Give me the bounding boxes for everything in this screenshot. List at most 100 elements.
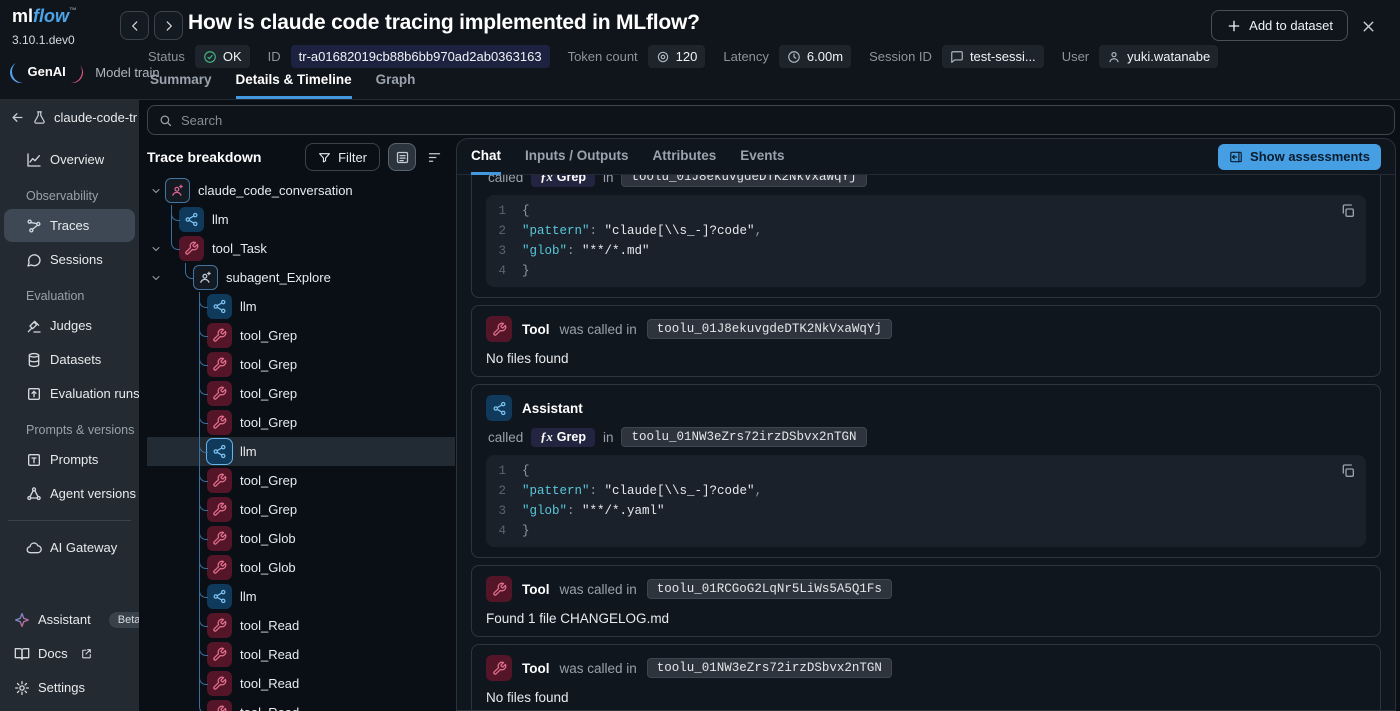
tree-guide [193, 582, 207, 611]
session-id-value[interactable]: test-sessi... [942, 45, 1044, 68]
llm-icon [212, 589, 227, 604]
trace-id-value[interactable]: tr-a01682019cb88b6bb970ad2ab0363163 [291, 45, 550, 68]
tool-name-pill: ƒxGrep [531, 175, 595, 187]
wrench-span-icon [207, 381, 232, 406]
span-tree-row-llm[interactable]: llm [147, 582, 456, 611]
tree-guide [179, 553, 193, 582]
span-name: subagent_Explore [226, 270, 331, 285]
sidebar-item-datasets[interactable]: Datasets [4, 343, 135, 376]
span-tree-row-llm[interactable]: llm [147, 205, 456, 234]
wrench-span-icon [207, 352, 232, 377]
close-button[interactable] [1356, 14, 1380, 38]
next-trace-button[interactable] [154, 11, 183, 40]
show-assessments-button[interactable]: Show assessments [1218, 144, 1381, 170]
span-tree-row-tool_Grep[interactable]: tool_Grep [147, 408, 456, 437]
tree-guide [193, 640, 207, 669]
sidebar-item-prompts[interactable]: Prompts [4, 443, 135, 476]
tree-guide [193, 379, 207, 408]
sidebar-item-overview[interactable]: Overview [4, 143, 135, 176]
wrench-span-icon [207, 468, 232, 493]
code-line: 3 "glob": "**/*.yaml" [486, 501, 1366, 521]
detail-tab-chat[interactable]: Chat [471, 139, 501, 175]
code-block: 1{2 "pattern": "claude[\\s_-]?code",3 "g… [486, 195, 1366, 287]
timeline-view-toggle[interactable] [420, 143, 448, 171]
tab-graph[interactable]: Graph [376, 72, 416, 99]
span-tree-row-tool_Grep[interactable]: tool_Grep [147, 466, 456, 495]
sidebar-item-traces[interactable]: Traces [4, 209, 135, 242]
wrench-icon [212, 560, 227, 575]
span-tree-row-tool_Task[interactable]: tool_Task [147, 234, 456, 263]
sidebar-item-sessions[interactable]: Sessions [4, 243, 135, 276]
sidebar-nav: OverviewObservabilityTracesSessionsEvalu… [0, 134, 139, 598]
sidebar-item-evaluation-runs[interactable]: Evaluation runs [4, 377, 135, 410]
expand-chevron[interactable] [147, 234, 165, 263]
span-tree-row-tool_Grep[interactable]: tool_Grep [147, 495, 456, 524]
span-tree-row-llm[interactable]: llm [147, 437, 455, 466]
detail-tab-events[interactable]: Events [740, 139, 784, 175]
view-toggle-group [388, 143, 448, 171]
span-tree-row-tool_Read[interactable]: tool_Read [147, 698, 456, 711]
code-text: "glob": "**/*.md" [522, 241, 650, 261]
add-to-dataset-button[interactable]: Add to dataset [1211, 10, 1348, 41]
evalruns-icon [26, 386, 42, 402]
sidebar-item-assistant[interactable]: AssistantBeta [4, 603, 135, 636]
span-tree-row-tool_Read[interactable]: tool_Read [147, 640, 456, 669]
span-tree-row-claude_code_conversation[interactable]: claude_code_conversation [147, 176, 456, 205]
tool-call-id: toolu_01NW3eZrs72irzDSbvx2nTGN [621, 427, 866, 447]
span-tree-row-tool_Grep[interactable]: tool_Grep [147, 350, 456, 379]
copy-icon[interactable] [1340, 203, 1356, 219]
sidebar-item-ai-gateway[interactable]: AI Gateway [4, 531, 135, 564]
span-tree-row-tool_Read[interactable]: tool_Read [147, 611, 456, 640]
tree-guide [165, 466, 179, 495]
plus-icon [1226, 18, 1242, 34]
expand-chevron[interactable] [147, 263, 165, 292]
sidebar-item-judges[interactable]: Judges [4, 309, 135, 342]
search-bar[interactable] [147, 105, 1395, 135]
wrench-icon [212, 386, 227, 401]
code-text: { [522, 461, 530, 481]
span-tree-row-subagent_Explore[interactable]: subagent_Explore [147, 263, 456, 292]
tree-guide [193, 524, 207, 553]
span-tree: claude_code_conversationllmtool_Tasksuba… [139, 176, 456, 711]
sidebar-item-docs[interactable]: Docs [4, 637, 135, 670]
tree-guide [179, 524, 193, 553]
tab-genai[interactable]: GenAI [10, 62, 83, 83]
prev-trace-button[interactable] [120, 11, 149, 40]
detail-view-toggle[interactable] [388, 143, 416, 171]
llm-message-icon [486, 395, 512, 421]
wrench-span-icon [207, 671, 232, 696]
experiment-breadcrumb[interactable]: claude-code-tr [0, 100, 139, 134]
tab-summary[interactable]: Summary [150, 72, 212, 99]
span-tree-row-tool_Glob[interactable]: tool_Glob [147, 524, 456, 553]
detail-tab-attributes[interactable]: Attributes [653, 139, 717, 175]
user-value: yuki.watanabe [1099, 45, 1218, 68]
wrench-icon [212, 618, 227, 633]
tree-guide [193, 292, 207, 321]
tree-guide [193, 466, 207, 495]
sidebar-item-settings[interactable]: Settings [4, 671, 135, 704]
llm-span-icon [179, 207, 204, 232]
filter-button[interactable]: Filter [305, 143, 380, 171]
chevron-spacer [147, 698, 165, 711]
search-input[interactable] [181, 113, 1384, 128]
wrench-span-icon [207, 555, 232, 580]
span-tree-row-tool_Glob[interactable]: tool_Glob [147, 553, 456, 582]
back-arrow-icon[interactable] [10, 110, 25, 125]
tab-details-timeline[interactable]: Details & Timeline [236, 72, 352, 99]
span-tree-row-llm[interactable]: llm [147, 292, 456, 321]
span-tree-row-tool_Grep[interactable]: tool_Grep [147, 321, 456, 350]
detail-tab-inputs-outputs[interactable]: Inputs / Outputs [525, 139, 629, 175]
span-tree-row-tool_Read[interactable]: tool_Read [147, 669, 456, 698]
span-tree-row-tool_Grep[interactable]: tool_Grep [147, 379, 456, 408]
sidebar-section-label: Prompts & versions [0, 411, 139, 442]
called-label: called [488, 430, 523, 445]
tree-guide [179, 437, 193, 466]
sidebar-footer: AssistantBetaDocsSettings [0, 598, 139, 711]
copy-icon[interactable] [1340, 463, 1356, 479]
span-name: tool_Grep [240, 357, 297, 372]
code-line: 1{ [486, 201, 1366, 221]
sessions-icon [26, 252, 42, 268]
expand-chevron[interactable] [147, 176, 165, 205]
sidebar-item-agent-versions[interactable]: Agent versions [4, 477, 135, 510]
fx-icon: ƒx [540, 430, 553, 444]
